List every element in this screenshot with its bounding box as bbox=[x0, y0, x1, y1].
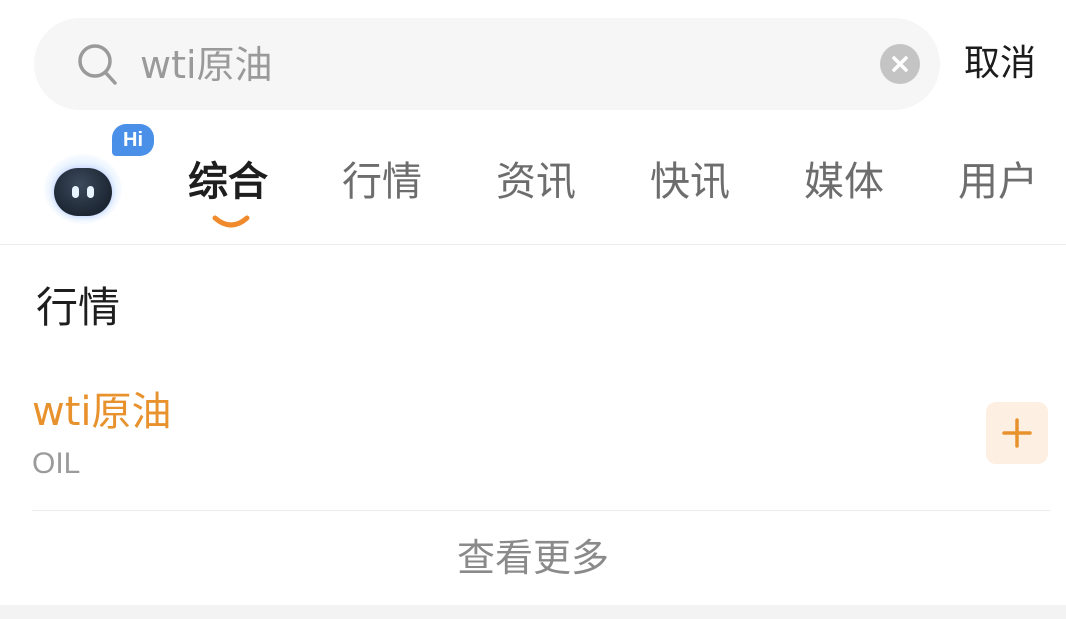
close-icon bbox=[892, 56, 908, 72]
quote-name: wti原油 bbox=[32, 389, 172, 435]
search-bar: 取消 bbox=[0, 0, 1066, 122]
tab-news[interactable]: 资讯 bbox=[496, 152, 576, 212]
divider bbox=[32, 510, 1050, 511]
cancel-button[interactable]: 取消 bbox=[964, 38, 1036, 90]
section-title: 行情 bbox=[36, 283, 121, 332]
quote-result-item[interactable]: wti原油 OIL bbox=[32, 380, 1050, 508]
tab-media[interactable]: 媒体 bbox=[804, 152, 884, 212]
tab-users[interactable]: 用户 bbox=[958, 152, 1038, 212]
category-tabs: Hi 综合 行情 资讯 快讯 媒体 用户 bbox=[0, 122, 1066, 245]
add-to-watchlist-button[interactable] bbox=[986, 402, 1048, 464]
plus-icon bbox=[1002, 418, 1032, 448]
robot-eye-right bbox=[87, 186, 94, 198]
tab-quotes[interactable]: 行情 bbox=[342, 152, 422, 212]
quote-code: OIL bbox=[32, 447, 81, 480]
robot-eye-left bbox=[72, 186, 79, 198]
clear-search-button[interactable] bbox=[880, 44, 920, 84]
search-input[interactable] bbox=[140, 36, 860, 94]
section-separator bbox=[0, 605, 1066, 619]
tab-flash[interactable]: 快讯 bbox=[650, 152, 730, 212]
search-icon bbox=[76, 42, 118, 86]
tab-comprehensive[interactable]: 综合 bbox=[188, 152, 268, 212]
robot-icon bbox=[54, 168, 112, 216]
view-more-link[interactable]: 查看更多 bbox=[0, 530, 1066, 586]
active-tab-indicator bbox=[212, 215, 250, 228]
hi-bubble: Hi bbox=[112, 124, 154, 156]
ai-assistant-button[interactable]: Hi bbox=[40, 124, 160, 234]
